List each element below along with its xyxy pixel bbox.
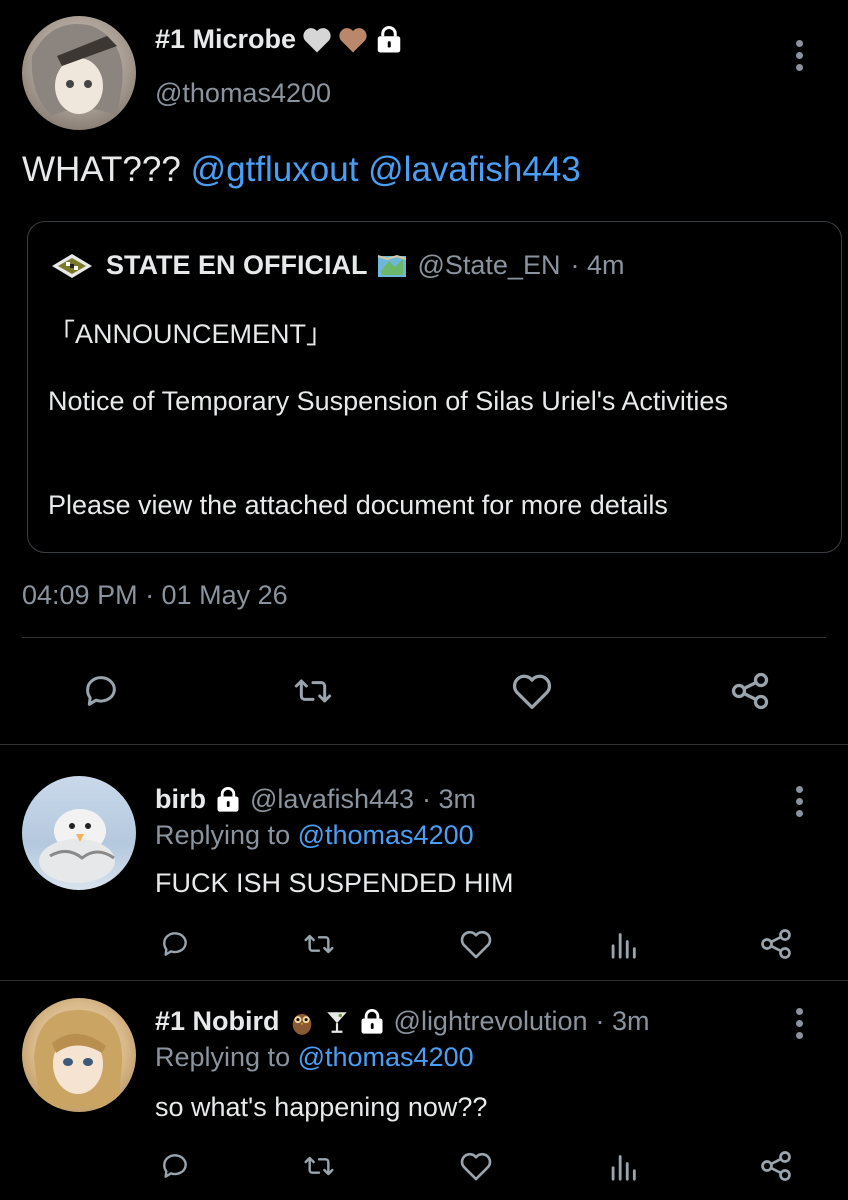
quote-line-1: 「ANNOUNCEMENT」 [48,319,334,349]
brown-heart-icon [338,26,368,54]
display-name[interactable]: #1 Nobird [155,1006,280,1037]
share-icon[interactable] [758,1148,794,1184]
handle[interactable]: @thomas4200 [155,78,331,109]
replying-to-prefix: Replying to [155,1042,291,1072]
share-icon[interactable] [728,669,772,713]
reply-header: birb @lavafish443 · 3m [155,784,476,815]
more-options-icon[interactable] [796,1008,804,1044]
quote-line-2: Notice of Temporary Suspension of Silas … [48,386,728,416]
analytics-icon[interactable] [608,926,638,960]
handle[interactable]: @lightrevolution [394,1006,588,1037]
like-icon[interactable] [458,928,494,960]
retweet-icon[interactable] [290,671,336,711]
reply-time: · 3m [595,1006,650,1036]
avatar-image [34,1009,123,1108]
owl-icon [288,1008,316,1036]
divider [22,637,826,638]
share-icon[interactable] [758,926,794,962]
handle[interactable]: @lavafish443 [250,784,414,815]
reply-text: so what's happening now?? [155,1092,488,1122]
avatar-image [39,809,115,883]
divider [0,980,848,981]
reply-icon[interactable] [157,928,193,960]
replying-to-prefix: Replying to [155,820,291,850]
avatar-image [31,24,123,116]
state-logo-icon [48,252,96,280]
avatar[interactable] [22,776,136,890]
divider [0,744,848,745]
lock-icon [358,1008,386,1035]
display-name[interactable]: birb [155,784,206,815]
mention-link[interactable]: @thomas4200 [298,820,474,850]
avatar[interactable] [22,16,136,130]
map-icon [377,253,407,279]
tweet-text-prefix: WHAT??? [22,150,181,189]
quoted-tweet-card[interactable]: STATE EN OFFICIAL @State_EN · 4m 「ANNOUN… [27,221,842,553]
quote-time: · 4m [570,250,625,280]
quote-display-name[interactable]: STATE EN OFFICIAL [106,250,367,281]
reply-icon[interactable] [157,1150,193,1182]
reply-header: #1 Nobird @lightrevolution · 3m [155,1006,650,1037]
replying-to: Replying to @thomas4200 [155,1042,474,1073]
like-icon[interactable] [458,1150,494,1182]
more-options-icon[interactable] [796,40,804,76]
mention-link[interactable]: @thomas4200 [298,1042,474,1072]
mention-link[interactable]: @gtfluxout [191,150,359,189]
reply-time: · 3m [422,784,477,814]
quote-line-3: Please view the attached document for mo… [48,490,668,520]
quote-handle[interactable]: @State_EN [417,250,560,281]
mention-link[interactable]: @lavafish443 [368,150,581,189]
quote-header: STATE EN OFFICIAL @State_EN · 4m [48,250,624,281]
white-heart-icon [302,26,332,54]
more-options-icon[interactable] [796,786,804,822]
retweet-icon[interactable] [300,928,338,960]
avatar[interactable] [22,998,136,1112]
display-name[interactable]: #1 Microbe [155,24,296,55]
lock-icon [214,786,242,813]
tweet-text: WHAT??? @gtfluxout @lavafish443 [22,150,581,190]
timestamp[interactable]: 04:09 PM · 01 May 26 [22,580,288,611]
reply-icon[interactable] [79,671,123,711]
display-name-row: #1 Microbe [155,24,404,55]
like-icon[interactable] [510,671,554,711]
analytics-icon[interactable] [608,1148,638,1182]
cocktail-icon [324,1008,350,1036]
lock-icon [374,25,404,54]
retweet-icon[interactable] [300,1150,338,1182]
replying-to: Replying to @thomas4200 [155,820,474,851]
reply-text: FUCK ISH SUSPENDED HIM [155,868,514,898]
